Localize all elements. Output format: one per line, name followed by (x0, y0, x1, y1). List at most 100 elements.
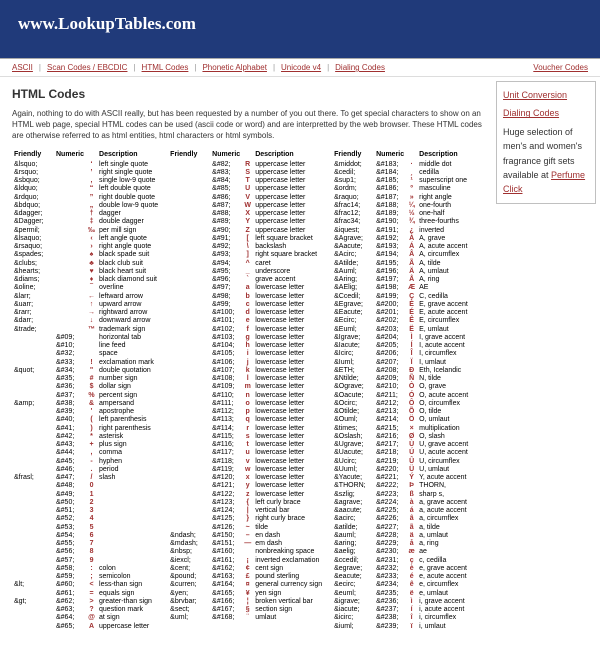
code-row: &permil;‰per mill sign (12, 227, 160, 235)
code-row: &#110;nlowercase letter (168, 392, 324, 400)
code-row: &Iuml;&#207;ÏI, umlaut (332, 359, 470, 367)
code-row: &egrave;&#232;èe, grave accent (332, 565, 470, 573)
sidebar-dialing-codes[interactable]: Dialing Codes (503, 106, 589, 120)
code-row: &quot;&#34;"double quotation (12, 367, 160, 375)
code-row: &#105;ilowercase letter (168, 350, 324, 358)
code-row: &yen;&#165;¥yen sign (168, 590, 324, 598)
code-row: &gt;&#62;>greater-than sign (12, 598, 160, 606)
code-row: &#58;:colon (12, 565, 160, 573)
code-row: &#61;=equals sign (12, 590, 160, 598)
code-row: &#51;3 (12, 507, 160, 515)
codes-col-3: FriendlyNumericDescription&middot;&#183;… (332, 151, 470, 631)
code-row: &rsaquo;›right angle quote (12, 243, 160, 251)
code-row: &Ograve;&#210;ÒO, grave (332, 383, 470, 391)
code-row: &#90;Zuppercase letter (168, 227, 324, 235)
code-row: &#55;7 (12, 540, 160, 548)
col-header: Description (253, 151, 324, 160)
code-row: &#96;`grave accent (168, 276, 324, 284)
code-row: &ecirc;&#234;êe, circumflex (332, 581, 470, 589)
nav-scan-codes-ebcdic[interactable]: Scan Codes / EBCDIC (47, 63, 127, 72)
nav-html-codes[interactable]: HTML Codes (142, 63, 189, 72)
code-row: &auml;&#228;äa, umlaut (332, 532, 470, 540)
code-row: &#44;,comma (12, 449, 160, 457)
code-row: &#98;blowercase letter (168, 293, 324, 301)
nav-voucher[interactable]: Voucher Codes (533, 63, 588, 72)
code-row: &#50;2 (12, 499, 160, 507)
code-row: &acirc;&#226;âa, circumflex (332, 515, 470, 523)
code-row: &#48;0 (12, 482, 160, 490)
code-row: &#41;)right parenthesis (12, 425, 160, 433)
code-row: &dagger;†dagger (12, 210, 160, 218)
col-header (242, 151, 253, 160)
code-row: &#103;glowercase letter (168, 334, 324, 342)
code-row: &Eacute;&#201;ÉE, acute accent (332, 309, 470, 317)
code-row: &brvbar;&#166;¦broken vertical bar (168, 598, 324, 606)
code-row: &#122;zlowercase letter (168, 491, 324, 499)
code-row: &#118;vlowercase letter (168, 458, 324, 466)
main-content: HTML Codes Again, nothing to do with ASC… (0, 77, 494, 645)
code-row: &atilde;&#227;ãa, tilde (332, 524, 470, 532)
code-row: &#37;%percent sign (12, 392, 160, 400)
code-row: &pound;&#163;£pound sterling (168, 573, 324, 581)
col-header: Friendly (332, 151, 374, 160)
code-row: &#33;!exclamation mark (12, 359, 160, 367)
code-row: &#93;]right square bracket (168, 251, 324, 259)
code-row: &icirc;&#238;îi, circumflex (332, 614, 470, 622)
code-row: &#83;Suppercase letter (168, 169, 324, 177)
code-row: &ordm;&#186;ºmasculine (332, 185, 470, 193)
code-row: &Oacute;&#211;ÓO, acute accent (332, 392, 470, 400)
code-row: &frac14;&#188;¼one-fourth (332, 202, 470, 210)
sidebar-unit-conversion[interactable]: Unit Conversion (503, 88, 589, 102)
code-row: &Dagger;‡double dagger (12, 218, 160, 226)
code-row: &szlig;&#223;ßsharp s, (332, 491, 470, 499)
code-row: &ndash;&#150;–en dash (168, 532, 324, 540)
site-header: www.LookupTables.com (0, 0, 600, 58)
code-row: &uarr;↑upward arrow (12, 301, 160, 309)
code-row: &#54;6 (12, 532, 160, 540)
code-row: &#97;alowercase letter (168, 284, 324, 292)
code-row: &Igrave;&#204;ÌI, grave accent (332, 334, 470, 342)
code-row: &#09;horizontal tab (12, 334, 160, 342)
code-row: &bdquo;„double low-9 quote (12, 202, 160, 210)
code-row: &frac12;&#189;½one-half (332, 210, 470, 218)
code-row: &#89;Yuppercase letter (168, 218, 324, 226)
col-header: Friendly (12, 151, 54, 160)
code-row: &#32;space (12, 350, 160, 358)
code-row: &#64;@at sign (12, 614, 160, 622)
code-row: &#53;5 (12, 524, 160, 532)
nav-ascii[interactable]: ASCII (12, 63, 33, 72)
nav-phonetic-alphabet[interactable]: Phonetic Alphabet (202, 63, 267, 72)
code-row: &times;&#215;×multiplication (332, 425, 470, 433)
sidebar: Unit Conversion Dialing Codes Huge selec… (496, 81, 596, 204)
code-row: &Ouml;&#214;ÖO, umlaut (332, 416, 470, 424)
code-row: &#94;^caret (168, 260, 324, 268)
nav-unicode-v4[interactable]: Unicode v4 (281, 63, 321, 72)
code-row: &iuml;&#239;ïi, umlaut (332, 623, 470, 631)
code-row: &larr;←leftward arrow (12, 293, 160, 301)
nav-dialing-codes[interactable]: Dialing Codes (335, 63, 385, 72)
code-row: &sbquo;‚single low-9 quote (12, 177, 160, 185)
code-row: &cedil;&#184;¸cedilla (332, 169, 470, 177)
codes-columns: FriendlyNumericDescription&lsquo;‘left s… (12, 151, 482, 631)
code-row: &Ntilde;&#209;ÑN, tilde (332, 375, 470, 383)
code-row: &Euml;&#203;ËE, umlaut (332, 326, 470, 334)
code-row: &#101;elowercase letter (168, 317, 324, 325)
code-row: &#114;rlowercase letter (168, 425, 324, 433)
code-row: &spades;♠black spade suit (12, 251, 160, 259)
code-row: &euml;&#235;ëe, umlaut (332, 590, 470, 598)
code-row: &Ecirc;&#202;ÊE, circumflex (332, 317, 470, 325)
code-row: &#95;_underscore (168, 268, 324, 276)
top-nav: Voucher Codes ASCII|Scan Codes / EBCDIC|… (0, 58, 600, 77)
page-heading: HTML Codes (12, 87, 482, 101)
code-row: &#106;jlowercase letter (168, 359, 324, 367)
code-row: &iquest;&#191;¿inverted (332, 227, 470, 235)
code-row: &#125;}right curly brace (168, 515, 324, 523)
sidebar-promo: Huge selection of men's and women's frag… (503, 125, 589, 197)
code-row: &Oslash;&#216;ØO, slash (332, 433, 470, 441)
code-row: &#59;;semicolon (12, 573, 160, 581)
intro-text: Again, nothing to do with ASCII really, … (12, 109, 482, 141)
code-row: &lt;&#60;<less-than sign (12, 581, 160, 589)
code-row: &#102;flowercase letter (168, 326, 324, 334)
site-title: www.LookupTables.com (18, 14, 196, 33)
codes-col-1: FriendlyNumericDescription&lsquo;‘left s… (12, 151, 160, 631)
